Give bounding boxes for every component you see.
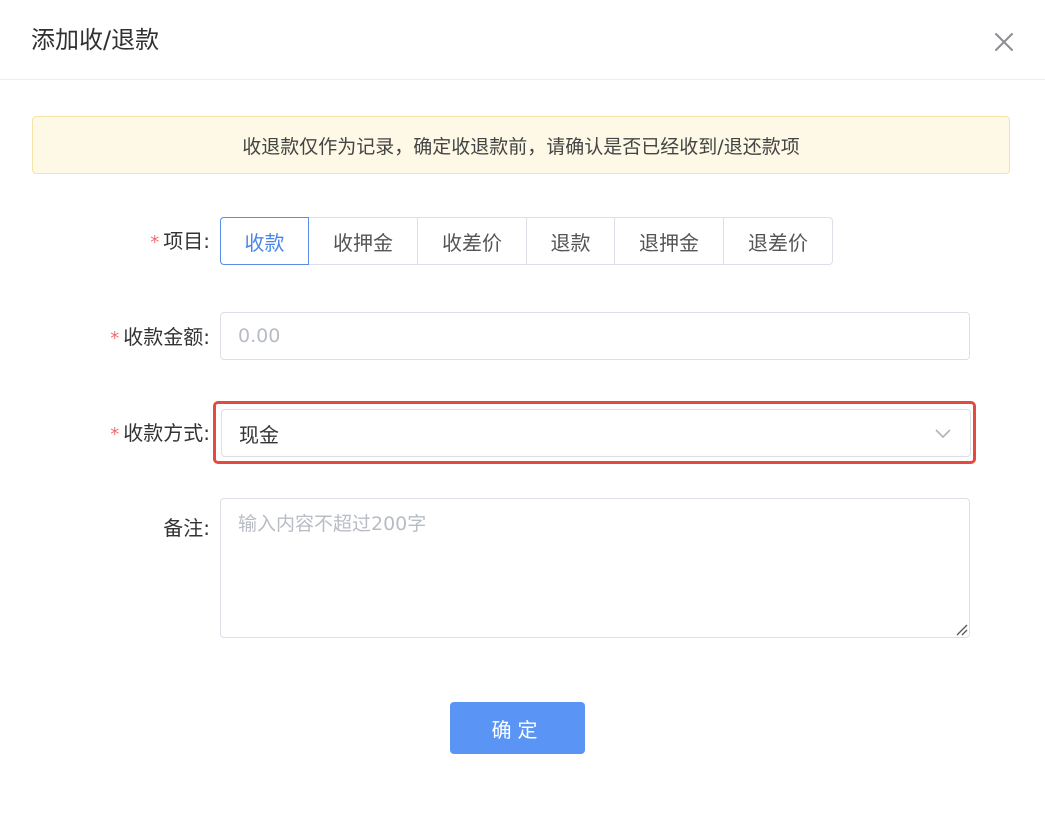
item-option-collect[interactable]: 收款 xyxy=(220,217,309,265)
amount-label-text: 收款金额: xyxy=(123,325,210,349)
item-option-collect-difference[interactable]: 收差价 xyxy=(417,217,527,265)
confirm-button[interactable]: 确定 xyxy=(450,702,585,754)
amount-label: * 收款金额: xyxy=(110,323,210,353)
item-option-refund-deposit[interactable]: 退押金 xyxy=(614,217,724,265)
close-icon xyxy=(995,33,1013,51)
dialog-header: 添加收/退款 xyxy=(0,0,1045,80)
dialog-title: 添加收/退款 xyxy=(31,26,160,54)
remark-textarea[interactable] xyxy=(220,498,970,638)
item-option-refund[interactable]: 退款 xyxy=(526,217,615,265)
method-highlight-box: 现金 xyxy=(213,401,976,464)
close-button[interactable] xyxy=(990,28,1018,56)
add-payment-dialog: 添加收/退款 收退款仅作为记录，确定收退款前，请确认是否已经收到/退还款项 * 项… xyxy=(0,0,1045,827)
method-label-text: 收款方式: xyxy=(123,421,210,445)
amount-input[interactable] xyxy=(220,312,970,360)
required-mark: * xyxy=(110,424,120,445)
item-option-collect-deposit[interactable]: 收押金 xyxy=(308,217,418,265)
method-label: * 收款方式: xyxy=(110,419,210,449)
notice-banner: 收退款仅作为记录，确定收退款前，请确认是否已经收到/退还款项 xyxy=(32,116,1010,174)
required-mark: * xyxy=(150,232,160,253)
resize-grip-icon[interactable] xyxy=(954,622,968,636)
method-select[interactable]: 现金 xyxy=(221,409,971,457)
notice-text: 收退款仅作为记录，确定收退款前，请确认是否已经收到/退还款项 xyxy=(242,135,800,158)
item-segmented-control: 收款 收押金 收差价 退款 退押金 退差价 xyxy=(220,217,833,265)
item-option-refund-difference[interactable]: 退差价 xyxy=(723,217,833,265)
item-label: * 项目: xyxy=(150,227,210,257)
chevron-down-icon xyxy=(935,429,951,439)
remark-label-text: 备注: xyxy=(163,516,210,540)
item-label-text: 项目: xyxy=(163,229,210,253)
method-select-value: 现金 xyxy=(239,422,279,447)
remark-label: 备注: xyxy=(163,514,210,542)
required-mark: * xyxy=(110,328,120,349)
